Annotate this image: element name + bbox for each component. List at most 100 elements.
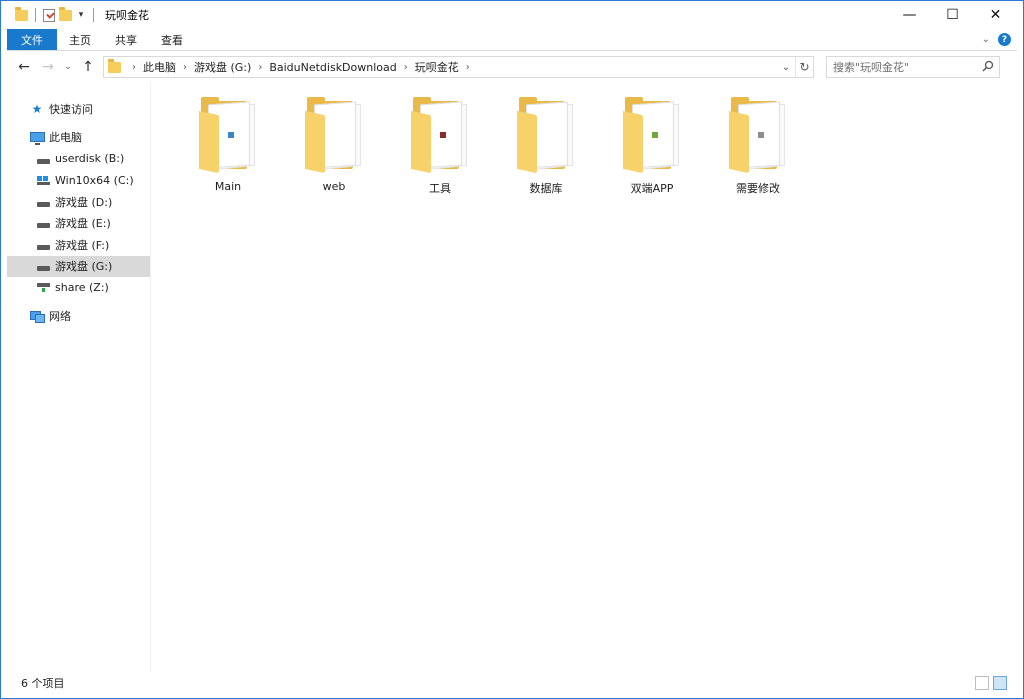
network-drive-icon	[35, 281, 51, 295]
address-history-icon[interactable]: ⌄	[777, 57, 795, 77]
search-placeholder: 搜索"玩呗金花"	[833, 61, 910, 74]
sidebar-item-label: 游戏盘 (D:)	[55, 195, 113, 209]
drive-icon	[35, 152, 51, 166]
sidebar-item-label: 游戏盘 (E:)	[55, 217, 111, 231]
forward-button[interactable]: →	[37, 56, 59, 78]
large-icons-view-button[interactable]	[993, 676, 1007, 690]
folder-name: 工具	[429, 182, 451, 195]
help-icon[interactable]: ?	[998, 33, 1011, 46]
search-input[interactable]: 搜索"玩呗金花"	[826, 56, 1000, 78]
folder-grid: Main web 工具 数据库 双端APP 需要修改	[152, 82, 1017, 196]
refresh-icon[interactable]: ↻	[795, 57, 813, 77]
tab-file[interactable]: 文件	[7, 29, 57, 50]
customize-toolbar-icon[interactable]: ▾	[76, 10, 86, 20]
title-bar: ▾ 玩呗金花 — ☐ ✕	[7, 1, 1017, 29]
folder-name: 数据库	[529, 182, 563, 195]
folder-name: 双端APP	[630, 182, 674, 195]
folder-icon	[411, 97, 469, 174]
maximize-button[interactable]: ☐	[931, 1, 974, 29]
breadcrumb-separator: ›	[183, 61, 187, 73]
quick-access-toolbar: ▾ 玩呗金花	[7, 1, 149, 29]
close-button[interactable]: ✕	[974, 1, 1017, 29]
sidebar-item-drive-g[interactable]: 游戏盘 (G:)	[7, 255, 150, 277]
network-icon	[29, 309, 45, 324]
breadcrumb-separator: ›	[403, 61, 408, 73]
sidebar-item-this-pc[interactable]: 此电脑	[7, 127, 150, 149]
folder-item[interactable]: web	[281, 97, 387, 196]
address-bar[interactable]: › 此电脑 › 游戏盘 (G:) › BaiduNetdiskDownload …	[103, 56, 814, 78]
expand-ribbon-icon[interactable]: ⌄	[982, 34, 990, 45]
location-folder-icon	[108, 58, 121, 73]
search-icon[interactable]	[982, 60, 994, 72]
ribbon-tabs: 文件 主页 共享 查看 ⌄ ?	[7, 29, 1017, 51]
sidebar-item-label: 快速访问	[49, 102, 93, 116]
view-toggles	[975, 676, 1017, 690]
window-controls: — ☐ ✕	[888, 1, 1017, 29]
breadcrumb-this-pc[interactable]: 此电脑	[143, 59, 176, 75]
drive-icon	[35, 238, 51, 252]
back-button[interactable]: ←	[13, 56, 35, 78]
new-folder-icon[interactable]	[59, 6, 72, 21]
navigation-buttons: ← → ⌄ ↑	[7, 56, 99, 78]
sidebar-item-quick-access[interactable]: ★ 快速访问	[7, 98, 150, 120]
folder-icon	[15, 6, 28, 21]
explorer-window: ▾ 玩呗金花 — ☐ ✕ 文件 主页 共享 查看 ⌄ ? ← → ⌄ ↑ › 此…	[0, 0, 1024, 699]
status-bar: 6 个项目	[7, 673, 1017, 693]
sidebar-item-drive-c[interactable]: Win10x64 (C:)	[7, 170, 150, 192]
breadcrumb-baidu[interactable]: BaiduNetdiskDownload	[269, 61, 396, 74]
folder-item[interactable]: 工具	[387, 97, 493, 196]
star-icon: ★	[31, 101, 43, 116]
sidebar-item-label: share (Z:)	[55, 281, 109, 295]
address-tools: ⌄ ↻	[777, 57, 813, 77]
folder-icon	[199, 97, 257, 174]
folder-name: web	[322, 180, 346, 193]
folder-icon	[623, 97, 681, 174]
folder-item[interactable]: Main	[175, 97, 281, 196]
folder-name: 需要修改	[736, 182, 780, 195]
folder-item[interactable]: 需要修改	[705, 97, 811, 196]
breadcrumb-separator: ›	[465, 61, 470, 73]
sidebar-item-label: userdisk (B:)	[55, 152, 125, 166]
recent-locations-icon[interactable]: ⌄	[61, 56, 75, 78]
sidebar-item-drive-d[interactable]: 游戏盘 (D:)	[7, 191, 150, 213]
breadcrumb-separator: ›	[258, 61, 263, 73]
sidebar-item-network[interactable]: 网络	[7, 306, 150, 328]
sidebar-item-label: 此电脑	[49, 131, 82, 145]
tab-home[interactable]: 主页	[57, 29, 103, 50]
breadcrumb: › 此电脑 › 游戏盘 (G:) › BaiduNetdiskDownload …	[125, 59, 477, 75]
item-count: 6 个项目	[21, 677, 65, 690]
toolbar-divider	[35, 8, 36, 22]
windows-drive-icon	[35, 173, 51, 187]
sidebar-item-drive-b[interactable]: userdisk (B:)	[7, 148, 150, 170]
drive-icon	[35, 195, 51, 209]
ribbon-right-controls: ⌄ ?	[982, 29, 1017, 50]
breadcrumb-current[interactable]: 玩呗金花	[415, 59, 459, 75]
sidebar-item-drive-z[interactable]: share (Z:)	[7, 277, 150, 299]
sidebar-item-label: 游戏盘 (F:)	[55, 238, 110, 252]
address-row: ← → ⌄ ↑ › 此电脑 › 游戏盘 (G:) › BaiduNetdiskD…	[7, 52, 1017, 82]
properties-icon[interactable]	[43, 8, 55, 22]
folder-icon	[517, 97, 575, 174]
breadcrumb-drive-g[interactable]: 游戏盘 (G:)	[194, 59, 251, 75]
folder-icon	[729, 97, 787, 174]
window-title: 玩呗金花	[105, 9, 149, 22]
file-list: Main web 工具 数据库 双端APP 需要修改	[152, 82, 1017, 672]
computer-icon	[29, 130, 45, 146]
folder-name: Main	[214, 180, 242, 193]
toolbar-divider	[93, 8, 94, 22]
folder-item[interactable]: 双端APP	[599, 97, 705, 196]
up-button[interactable]: ↑	[77, 56, 99, 78]
navigation-pane: ★ 快速访问 此电脑 userdisk (B:) Win10x64 (C:) 游…	[7, 82, 151, 672]
details-view-button[interactable]	[975, 676, 989, 690]
sidebar-item-label: 网络	[49, 310, 71, 324]
tab-view[interactable]: 查看	[149, 29, 195, 50]
sidebar-item-label: Win10x64 (C:)	[55, 173, 134, 187]
folder-item[interactable]: 数据库	[493, 97, 599, 196]
minimize-button[interactable]: —	[888, 1, 931, 29]
sidebar-item-label: 游戏盘 (G:)	[55, 260, 113, 274]
sidebar-item-drive-e[interactable]: 游戏盘 (E:)	[7, 213, 150, 235]
folder-icon	[305, 97, 363, 174]
sidebar-item-drive-f[interactable]: 游戏盘 (F:)	[7, 234, 150, 256]
drive-icon	[35, 216, 51, 230]
tab-share[interactable]: 共享	[103, 29, 149, 50]
